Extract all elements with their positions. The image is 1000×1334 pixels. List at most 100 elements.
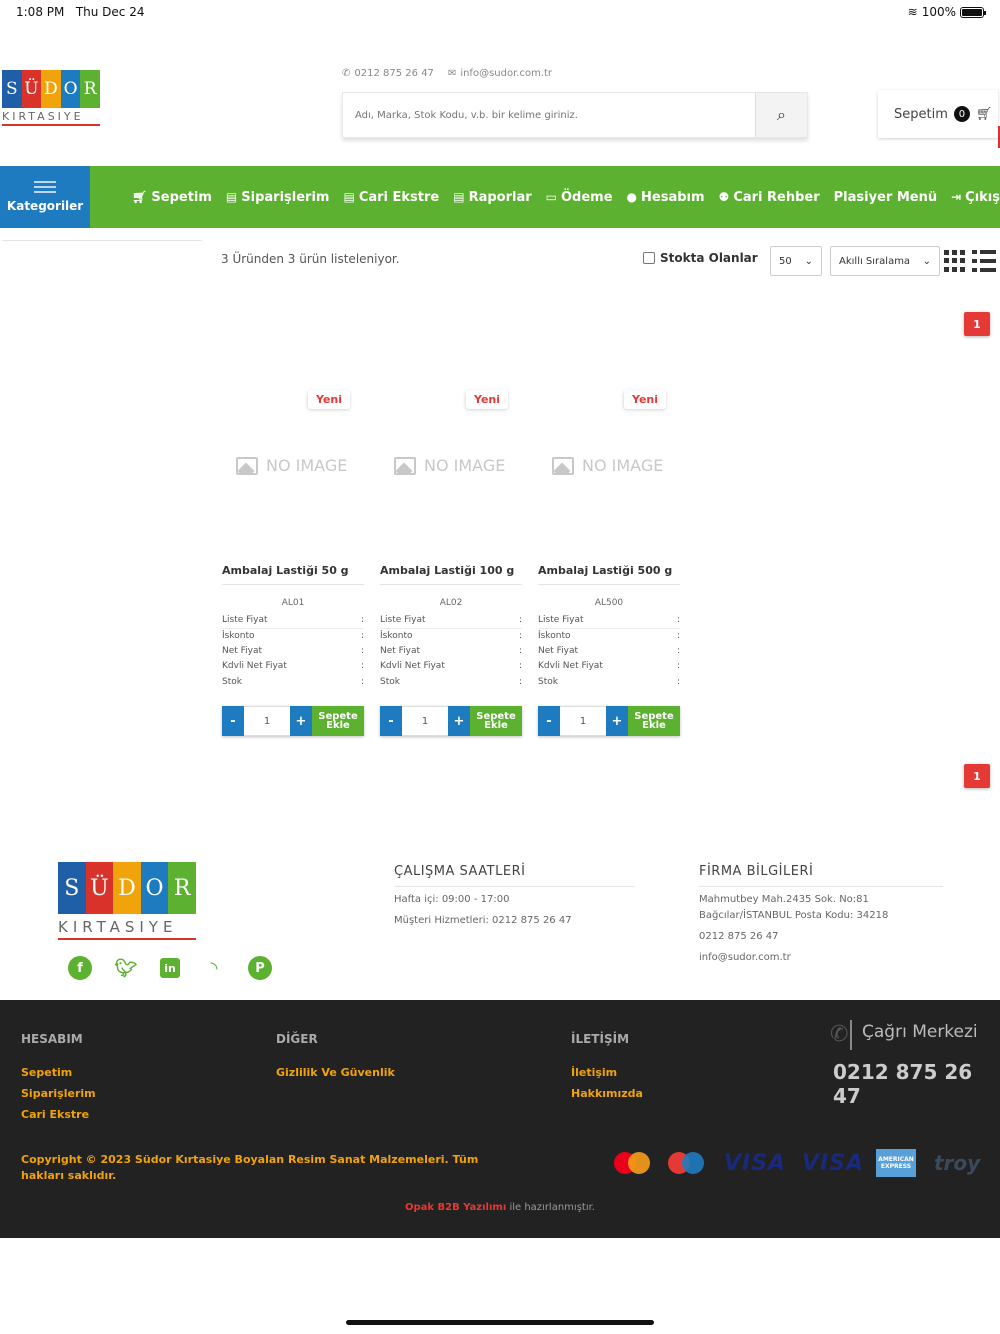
search-button[interactable]: ⌕ xyxy=(755,93,807,137)
image-icon xyxy=(236,456,258,475)
logo-letter-tile: D xyxy=(41,70,61,108)
spec-label: Kdvli Net Fiyat xyxy=(380,661,445,672)
spec-separator: : xyxy=(518,630,522,641)
list-view-icon[interactable] xyxy=(972,250,996,272)
spec-row: İskonto: xyxy=(380,627,522,644)
new-badge: Yeni xyxy=(307,390,351,409)
nav-item-6[interactable]: ● Hesabım xyxy=(627,190,705,205)
credit-brand[interactable]: Opak B2B Yazılımı xyxy=(405,1202,506,1213)
quantity-input[interactable]: 1 xyxy=(244,706,290,736)
footer-link-contact[interactable]: İletişim xyxy=(571,1062,643,1083)
grid-view-icon[interactable] xyxy=(944,250,966,272)
pinterest-icon[interactable]: P xyxy=(248,956,272,980)
footer-link-orders[interactable]: Siparişlerim xyxy=(21,1083,96,1104)
spec-separator: : xyxy=(360,676,364,687)
logo-letter-tile: D xyxy=(113,862,141,914)
nav-item-3[interactable]: ▤ Cari Ekstre xyxy=(343,190,439,205)
mastercard-icon xyxy=(612,1148,652,1178)
phone-icon: ✆ xyxy=(830,1020,852,1050)
product-image-placeholder[interactable]: NO IMAGE xyxy=(394,456,505,475)
quantity-input[interactable]: 1 xyxy=(402,706,448,736)
call-center-number[interactable]: 0212 875 26 47 xyxy=(833,1060,1000,1108)
in-stock-filter[interactable]: Stokta Olanlar xyxy=(643,251,758,265)
site-logo[interactable]: SÜDOR KIRTASIYE xyxy=(2,70,100,126)
facebook-icon[interactable]: f xyxy=(68,956,92,980)
logo-subtitle: KIRTASIYE xyxy=(2,110,84,123)
product-image-placeholder[interactable]: NO IMAGE xyxy=(552,456,663,475)
search-input[interactable] xyxy=(343,93,755,137)
in-stock-label: Stokta Olanlar xyxy=(660,251,758,265)
footer-contact-title: İLETİŞİM xyxy=(571,1032,630,1046)
pagination-bottom-page[interactable]: 1 xyxy=(964,764,990,788)
spec-separator: : xyxy=(360,614,364,625)
product-name[interactable]: Ambalaj Lastiği 100 g xyxy=(380,564,514,577)
weekday-hours: Hafta içi: 09:00 - 17:00 xyxy=(394,894,510,905)
header-phone[interactable]: 0212 875 26 47 xyxy=(354,68,434,79)
decrease-quantity-button[interactable]: - xyxy=(538,706,560,736)
categories-label: Kategoriler xyxy=(6,199,84,213)
footer-logo[interactable]: SÜDOR KIRTASIYE xyxy=(58,862,196,940)
nav-item-9[interactable]: ⇥ Çıkış xyxy=(951,190,1000,205)
amex-icon: AMERICAN EXPRESS xyxy=(876,1148,916,1178)
in-stock-checkbox[interactable] xyxy=(643,252,655,264)
company-address-1: Mahmutbey Mah.2435 Sok. No:81 xyxy=(699,894,869,905)
rss-icon[interactable]: ◝ xyxy=(202,956,226,980)
add-to-cart-button[interactable]: Sepete Ekle xyxy=(470,706,522,736)
pagination-top-page[interactable]: 1 xyxy=(964,312,990,336)
product-divider xyxy=(380,584,522,585)
logo-letter-tile: O xyxy=(60,70,81,108)
nav-item-5[interactable]: ▭ Ödeme xyxy=(546,190,613,205)
product-code: AL500 xyxy=(594,598,624,608)
increase-quantity-button[interactable]: + xyxy=(606,706,628,736)
product-code: AL01 xyxy=(281,598,305,608)
logo-letter-tile: R xyxy=(168,862,196,914)
linkedin-icon[interactable]: in xyxy=(160,958,180,978)
nav-items: 🛒︎ Sepetim ▤ Siparişlerim ▤ Cari Ekstre ▤ Rapor… xyxy=(132,190,1000,205)
increase-quantity-button[interactable]: + xyxy=(448,706,470,736)
increase-quantity-button[interactable]: + xyxy=(290,706,312,736)
credit-rest: ile hazırlanmıştır. xyxy=(506,1202,595,1213)
status-bar: 1:08 PM Thu Dec 24 ≋ 100% xyxy=(0,0,1000,26)
categories-button[interactable]: Kategoriler xyxy=(0,166,91,228)
decrease-quantity-button[interactable]: - xyxy=(222,706,244,736)
nav-item-1[interactable]: 🛒︎ Sepetim xyxy=(132,190,212,205)
spec-row: Kdvli Net Fiyat: xyxy=(222,659,364,675)
no-image-text: NO IMAGE xyxy=(266,456,348,475)
company-info-divider xyxy=(699,886,943,887)
spec-separator: : xyxy=(676,614,680,625)
wifi-icon: ≋ xyxy=(907,5,918,19)
company-info-title: FİRMA BİLGİLERİ xyxy=(699,864,814,879)
nav-item-2[interactable]: ▤ Siparişlerim xyxy=(226,190,330,205)
company-phone[interactable]: 0212 875 26 47 xyxy=(699,929,888,945)
header-cart-button[interactable]: Sepetim 0 🛒︎ xyxy=(878,90,1000,148)
add-to-cart-button[interactable]: Sepete Ekle xyxy=(312,706,364,736)
footer-other-title: DİĞER xyxy=(276,1032,318,1046)
product-name[interactable]: Ambalaj Lastiği 500 g xyxy=(538,564,672,577)
sort-select[interactable]: Akıllı Sıralama ⌄ xyxy=(830,246,940,276)
home-indicator[interactable] xyxy=(346,1320,654,1325)
nav-item-label: Plasiyer Menü xyxy=(833,189,938,205)
footer-link-cart[interactable]: Sepetim xyxy=(21,1062,96,1083)
product-name[interactable]: Ambalaj Lastiği 50 g xyxy=(222,564,349,577)
decrease-quantity-button[interactable]: - xyxy=(380,706,402,736)
footer-link-about[interactable]: Hakkımızda xyxy=(571,1083,643,1104)
twitter-icon[interactable]: 🐦︎ xyxy=(114,956,138,980)
status-right: ≋ 100% xyxy=(907,5,986,19)
footer-link-statement[interactable]: Cari Ekstre xyxy=(21,1104,96,1125)
footer-link-privacy[interactable]: Gizlilik Ve Güvenlik xyxy=(276,1062,395,1083)
quantity-input[interactable]: 1 xyxy=(560,706,606,736)
add-to-cart-button[interactable]: Sepete Ekle xyxy=(628,706,680,736)
page-size-select[interactable]: 50 ⌄ xyxy=(770,246,822,276)
nav-item-7[interactable]: ⚉ Cari Rehber xyxy=(719,190,820,205)
nav-item-label: Siparişlerim xyxy=(241,189,330,205)
product-image-placeholder[interactable]: NO IMAGE xyxy=(236,456,347,475)
spec-row: Liste Fiyat: xyxy=(380,612,522,628)
file-icon: ▤ xyxy=(225,190,238,204)
nav-item-8[interactable]: Plasiyer Menü xyxy=(834,190,937,205)
call-center-label: Çağrı Merkezi xyxy=(862,1022,978,1042)
company-email[interactable]: info@sudor.com.tr xyxy=(699,950,888,966)
user-icon: ● xyxy=(626,190,638,204)
header-email[interactable]: info@sudor.com.tr xyxy=(460,68,552,79)
spec-separator: : xyxy=(360,630,364,641)
nav-item-4[interactable]: ▤ Raporlar xyxy=(453,190,531,205)
